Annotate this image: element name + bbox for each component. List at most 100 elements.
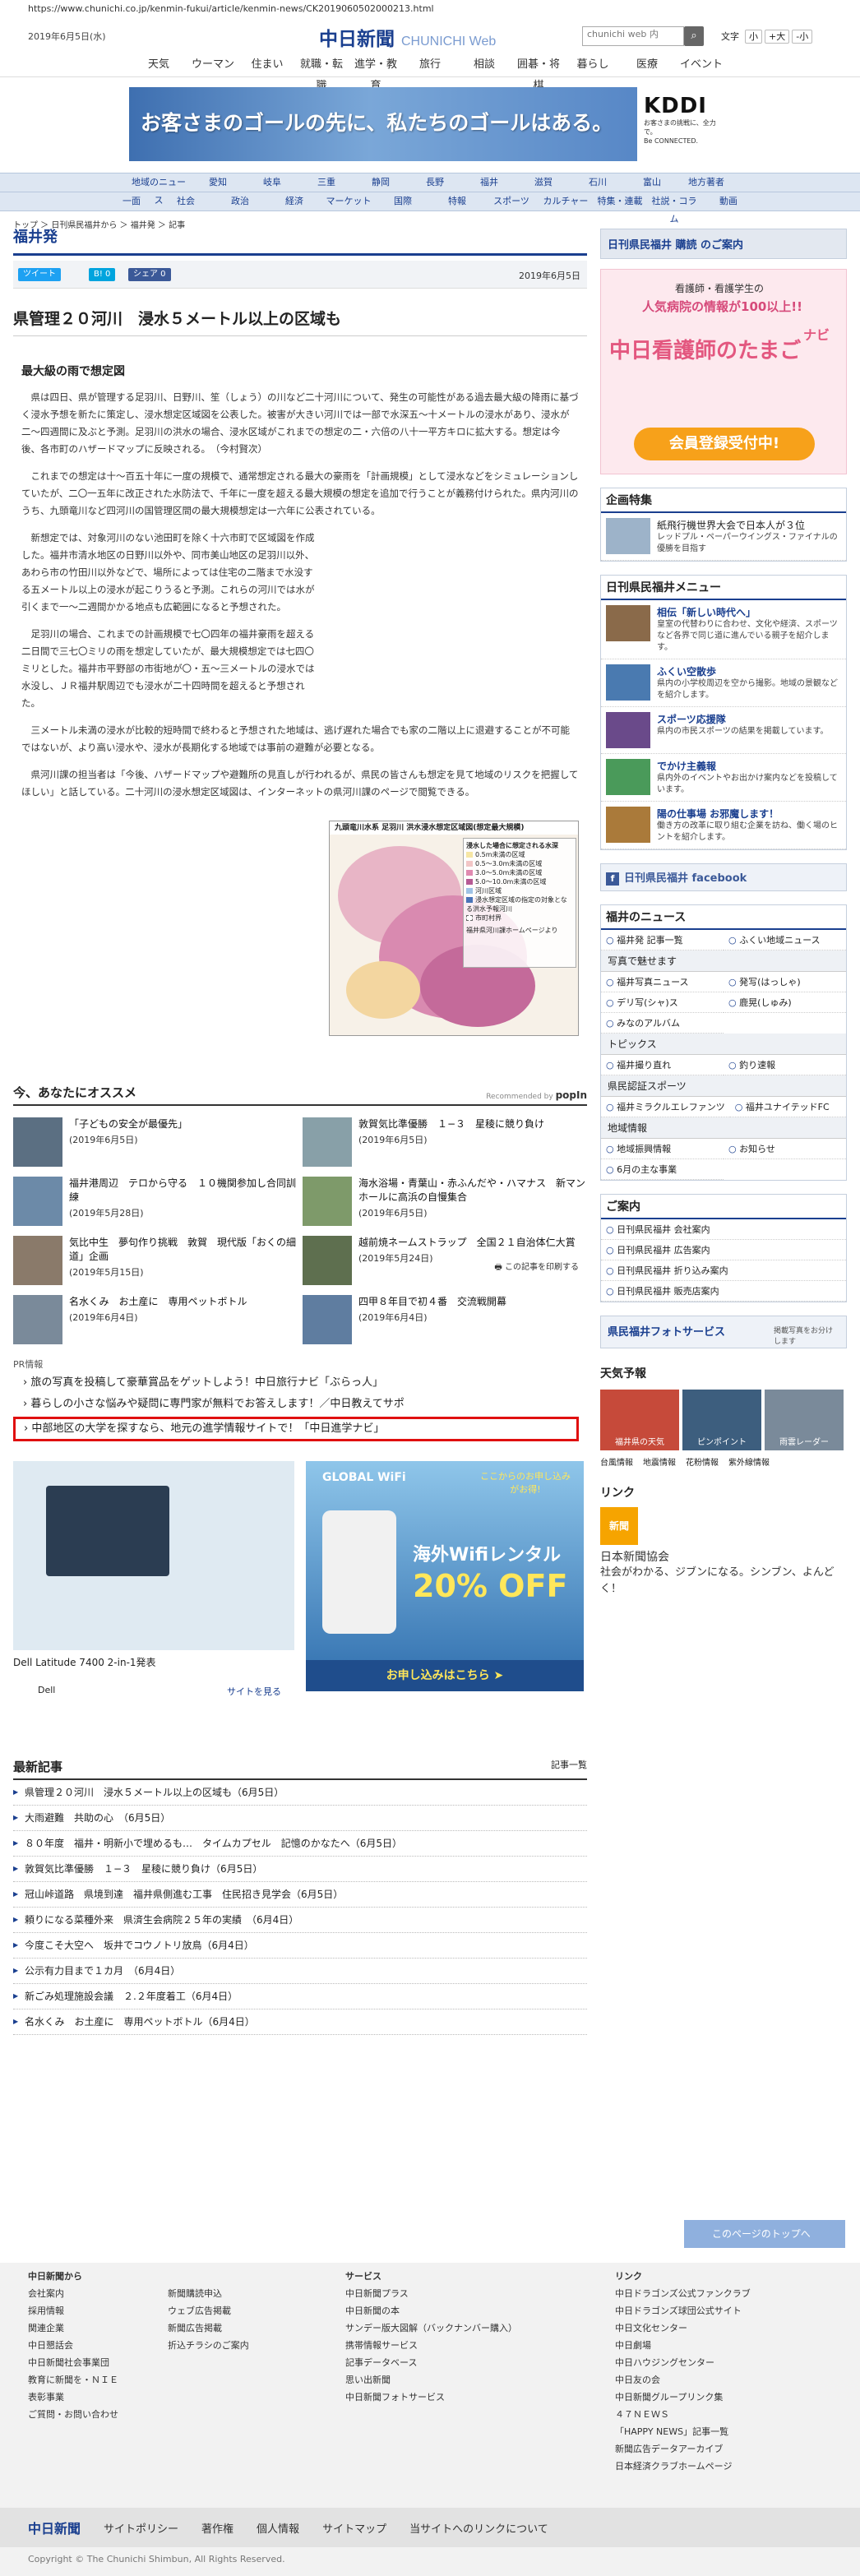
hatena-button[interactable]: B! 0 — [89, 268, 116, 281]
latest-item[interactable]: 名水くみ お土産に 専用ペットボトル（6月4日） — [13, 2009, 587, 2035]
latest-item[interactable]: 頼りになる菜種外来 県済生会病院２５年の実績 （6月4日） — [13, 1908, 587, 1933]
footer-link[interactable]: 中日新聞社会事業団 — [28, 2354, 118, 2371]
footer-link[interactable]: 新聞購読申込 — [168, 2285, 249, 2302]
sidebar-link[interactable]: 発写(はっしゃ) — [724, 972, 846, 992]
sidebar-link[interactable]: 福井ユナイテッドFC — [729, 1097, 846, 1117]
section-nav-item[interactable]: 三重 — [300, 173, 353, 192]
sidebar-link[interactable]: 福井ミラクルエレファンツ — [601, 1097, 730, 1117]
sidebar-link[interactable]: デリ写(シャ)ス — [601, 992, 724, 1013]
footer-link[interactable]: 中日新聞の本 — [345, 2302, 517, 2319]
popin-credit[interactable]: Recommended by popIn — [486, 1089, 587, 1101]
sidebar-link[interactable]: 日刊県民福井 販売店案内 — [601, 1281, 846, 1302]
global-wifi-ad[interactable]: GLOBAL WiFi ここからのお申し込みがお得! 海外Wifiレンタル 20… — [306, 1461, 584, 1691]
sidebar-link[interactable]: 日刊県民福井 折り込み案内 — [601, 1260, 846, 1281]
footer-link[interactable]: 中日文化センター — [615, 2319, 751, 2337]
section-nav-item[interactable]: 地域のニュース — [127, 173, 190, 206]
section-nav-item[interactable]: 経済 — [268, 192, 321, 210]
latest-more-link[interactable]: 記事一覧 — [551, 1758, 587, 1775]
recommend-item-title[interactable]: 敦賀気比準優勝 １−３ 星稜に競り負け — [358, 1117, 544, 1131]
menu-item-title[interactable]: 陽の仕事場 お邪魔します！ — [657, 807, 841, 821]
sidebar-link[interactable]: ふくい地域ニュース — [724, 930, 846, 950]
section-nav-item[interactable]: 長野 — [409, 173, 461, 192]
menu-item-title[interactable]: 相伝「新しい時代へ」 — [657, 605, 841, 619]
global-nav-item[interactable]: 医療 — [622, 54, 672, 76]
global-nav-item[interactable]: 相談 — [460, 54, 509, 76]
weather-link[interactable]: 地震情報 — [643, 1455, 676, 1468]
footer-bar-link[interactable]: 著作権 — [201, 2520, 233, 2536]
url-bar[interactable]: https://www.chunichi.co.jp/kenmin-fukui/… — [0, 0, 860, 18]
footer-link[interactable]: ご質問・お問い合わせ — [28, 2406, 118, 2423]
facebook-share-button[interactable]: シェア 0 — [128, 268, 171, 281]
nurse-register-button[interactable]: 会員登録受付中! — [634, 428, 815, 460]
recommend-item[interactable]: 海水浴場・青葉山・赤ふんだや・ハマナス 新マンホールに高浜の自慢集合 (2019年… — [303, 1177, 587, 1228]
font-size-small-button[interactable]: 小 — [745, 30, 762, 44]
sidebar-link[interactable]: 福井撮り直れ — [601, 1055, 724, 1075]
site-logo[interactable]: 中日新聞 CHUNICHI Web — [319, 23, 496, 51]
section-nav-item[interactable]: 富山 — [626, 173, 678, 192]
footer-bar-link[interactable]: サイトマップ — [322, 2520, 386, 2536]
sidebar-link[interactable]: 地域振興情報 — [601, 1139, 724, 1159]
weather-link[interactable]: 紫外線情報 — [728, 1455, 770, 1468]
section-nav-item[interactable]: 社説・コラム — [648, 192, 700, 224]
footer-link[interactable]: 携帯情報サービス — [345, 2337, 517, 2354]
footer-link[interactable]: 思い出新聞 — [345, 2371, 517, 2389]
facebook-link[interactable]: f 日刊県民福井 facebook — [601, 864, 846, 890]
kikaku-item[interactable]: 紙飛行機世界大会で日本人が３位 レッドプル・ペーパーウイングス・ファイナルの優勝を… — [601, 513, 846, 561]
footer-bar-link[interactable]: 個人情報 — [257, 2520, 299, 2536]
tweet-button[interactable]: ツイート — [18, 268, 61, 281]
recommend-item-title[interactable]: 越前焼ネームストラップ 全国２１自治体仁大賞 — [358, 1236, 576, 1250]
footer-link[interactable]: 関連企業 — [28, 2319, 118, 2337]
sidebar-link[interactable]: 釣り速報 — [724, 1055, 846, 1075]
global-nav-item[interactable]: 進学・教育 — [351, 54, 400, 92]
recommend-item[interactable]: 気比中生 夢句作り挑戦 敦賀 現代版「おくの細道」企画 (2019年5月15日) — [13, 1236, 298, 1287]
subscribe-box[interactable]: 日刊県民福井 購読 のご案内 — [600, 229, 847, 259]
menu-item-title[interactable]: でかけ主義報 — [657, 759, 841, 773]
section-nav-item[interactable]: 愛知 — [192, 173, 244, 192]
menu-item[interactable]: 相伝「新しい時代へ」 皇室の代替わりに合わせ、文化や経済、スポーツなど各界で同じ道… — [601, 600, 846, 659]
menu-item[interactable]: 陽の仕事場 お邪魔します！ 働き方の改革に取り組む企業を訪ね、働く場のヒントを紹介… — [601, 802, 846, 849]
latest-item[interactable]: 敦賀気比準優勝 １−３ 星稜に競り負け（6月5日） — [13, 1857, 587, 1882]
section-nav-item[interactable]: 石川 — [571, 173, 624, 192]
footer-bar-link[interactable]: 当サイトへのリンクについて — [409, 2520, 548, 2536]
sidebar-link[interactable]: 6月の主な事業 — [601, 1159, 724, 1180]
section-nav-item[interactable]: 社会 — [160, 192, 212, 210]
sidebar-link[interactable]: 福井写真ニュース — [601, 972, 724, 992]
search-input[interactable]: chunichi web 内 — [582, 26, 684, 46]
footer-link[interactable]: 記事データベース — [345, 2354, 517, 2371]
recommend-item-title[interactable]: 名水くみ お土産に 専用ペットボトル — [69, 1295, 247, 1309]
latest-item[interactable]: ８０年度 福井・明新小で埋めるも… タイムカプセル 記憶のかなたへ（6月5日） — [13, 1831, 587, 1857]
recommend-item-title[interactable]: 気比中生 夢句作り挑戦 敦賀 現代版「おくの細道」企画 — [69, 1236, 298, 1264]
sidebar-link[interactable]: みなのアルバム — [601, 1013, 724, 1034]
footer-link[interactable]: 会社案内 — [28, 2285, 118, 2302]
link-name[interactable]: 日本新聞協会 — [600, 1548, 847, 1565]
flood-map-image[interactable]: 九頭竜川水系 足羽川 洪水浸水想定区域図(想定最大規模) 浸水した場合に想定され… — [329, 821, 579, 1036]
global-nav-item[interactable]: 就職・転職 — [297, 54, 346, 92]
pr-link[interactable]: › 旅の写真を投稿して豪華賞品をゲットしよう！中日旅行ナビ「ぶらっ人」 — [13, 1374, 587, 1392]
global-nav-item[interactable]: イベント — [677, 54, 726, 76]
latest-item[interactable]: 公示有力目まで１カ月 （6月4日） — [13, 1959, 587, 1984]
latest-item[interactable]: 今度こそ大空へ 坂井でコウノトリ放鳥（6月4日） — [13, 1933, 587, 1959]
latest-item[interactable]: 冠山峠道路 県境到達 福井県側進む工事 住民招き見学会（6月5日） — [13, 1882, 587, 1908]
photo-service-link[interactable]: 県民福井フォトサービス — [608, 1326, 725, 1339]
menu-item[interactable]: ふくい空散歩 県内の小学校周辺を空から撮影。地域の景観などを紹介します。 — [601, 659, 846, 707]
recommend-item-title[interactable]: 「子どもの安全が最優先」 — [69, 1117, 187, 1131]
section-nav-item[interactable]: 地方著者 — [680, 173, 733, 192]
recommend-item[interactable]: 敦賀気比準優勝 １−３ 星稜に競り負け (2019年6月5日) — [303, 1117, 587, 1168]
global-nav-item[interactable]: 暮らし — [568, 54, 617, 76]
sidebar-link[interactable]: 日刊県民福井 会社案内 — [601, 1219, 846, 1240]
subscribe-link[interactable]: 日刊県民福井 購読 のご案内 — [600, 229, 847, 259]
section-nav-item[interactable]: 政治 — [214, 192, 266, 210]
recommend-item-title[interactable]: 四甲８年目で初４番 交流戦開幕 — [358, 1295, 506, 1309]
recommend-item[interactable]: 「子どもの安全が最優先」 (2019年6月5日) — [13, 1117, 298, 1168]
kddi-ad-banner[interactable]: お客さまのゴールの先に、私たちのゴールはある。 KDDI お客さまの挑戦に、全力… — [129, 87, 731, 161]
weather-tile[interactable]: 福井県の天気 — [600, 1390, 679, 1450]
latest-item[interactable]: 県管理２０河川 浸水５メートル以上の区域も（6月5日） — [13, 1780, 587, 1806]
footer-link[interactable]: 採用情報 — [28, 2302, 118, 2319]
footer-link[interactable]: 新聞広告データアーカイブ — [615, 2440, 751, 2458]
section-nav-item[interactable]: 一面 — [105, 192, 158, 210]
back-to-top-button[interactable]: このページのトップへ — [684, 2220, 845, 2248]
recommend-item-title[interactable]: 福井港周辺 テロから守る １０機関参加し合同訓練 — [69, 1177, 298, 1205]
footer-link[interactable]: 中日新聞グループリンク集 — [615, 2389, 751, 2406]
nurse-navi-ad[interactable]: 看護師・看護学生の 人気病院の情報が100以上!! 中日看護師のたまご ナビ 会… — [600, 269, 847, 474]
menu-item[interactable]: でかけ主義報 県内外のイベントやお出かけ案内などを投稿しています。 — [601, 754, 846, 802]
